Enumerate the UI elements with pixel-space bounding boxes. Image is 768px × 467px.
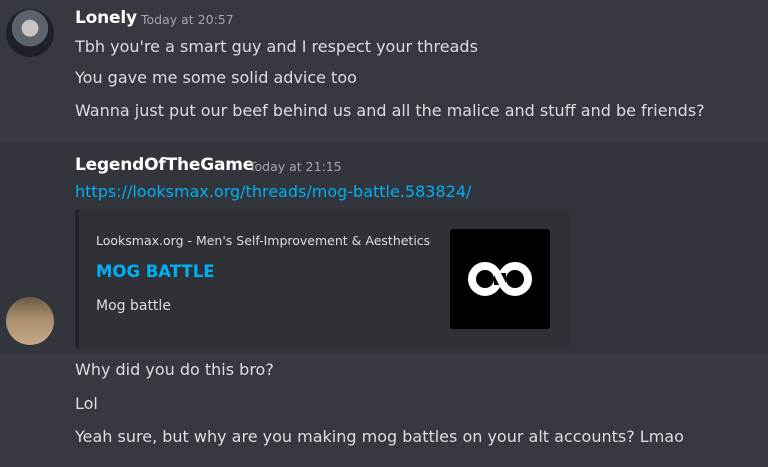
avatar[interactable] — [6, 9, 54, 57]
timestamp: Today at 21:15 — [249, 159, 342, 174]
embed-thumbnail[interactable] — [450, 229, 550, 329]
username[interactable]: Lonely — [75, 8, 137, 28]
message-text: Lol — [75, 394, 98, 413]
message-text: Why did you do this bro? — [75, 360, 274, 379]
message-text: Yeah sure, but why are you making mog ba… — [75, 427, 684, 446]
message-link[interactable]: https://looksmax.org/threads/mog-battle.… — [75, 181, 471, 203]
message-group: LegendOfTheGame Today at 21:15 https://l… — [0, 143, 768, 353]
infinity-logo-icon — [468, 262, 532, 296]
message-text: Tbh you're a smart guy and I respect you… — [75, 37, 478, 56]
timestamp: Today at 20:57 — [141, 12, 234, 27]
link-embed: Looksmax.org - Men's Self-Improvement & … — [75, 209, 571, 349]
embed-description: Mog battle — [96, 298, 171, 314]
avatar[interactable] — [6, 297, 54, 345]
message-group: Why did you do this bro? Lol Yeah sure, … — [0, 353, 768, 467]
embed-provider: Looksmax.org - Men's Self-Improvement & … — [96, 233, 431, 248]
message-group: Lonely Today at 20:57 Tbh you're a smart… — [0, 0, 768, 140]
message-text: Wanna just put our beef behind us and al… — [75, 101, 705, 120]
username[interactable]: LegendOfTheGame — [75, 155, 254, 175]
chat-window: Lonely Today at 20:57 Tbh you're a smart… — [0, 0, 768, 467]
embed-title[interactable]: MOG BATTLE — [96, 262, 214, 281]
message-text: You gave me some solid advice too — [75, 68, 357, 87]
